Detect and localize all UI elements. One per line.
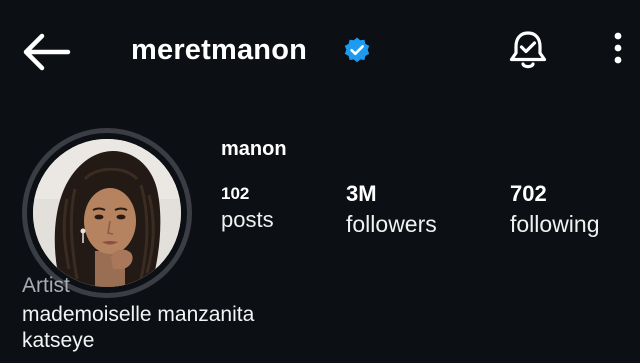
profile-screen: meretmanon manon 102 posts 3M followers … — [0, 0, 640, 363]
avatar-ring — [27, 133, 187, 293]
notifications-bell-button[interactable] — [506, 28, 550, 72]
bio-line: mademoiselle manzanita — [22, 303, 255, 326]
following-count: 702 — [510, 181, 547, 206]
posts-count: 102 — [221, 184, 250, 203]
arrow-left-icon — [23, 33, 71, 71]
followers-stat[interactable]: 3M followers — [346, 180, 437, 240]
more-options-button[interactable] — [606, 30, 630, 70]
followers-label: followers — [346, 211, 437, 237]
posts-stat[interactable]: 102 posts — [221, 180, 274, 235]
followers-count: 3M — [346, 181, 377, 206]
profile-username: meretmanon — [131, 34, 308, 66]
profile-display-name: manon — [221, 138, 287, 160]
bell-notification-icon — [509, 31, 547, 69]
following-stat[interactable]: 702 following — [510, 180, 600, 240]
profile-photo — [33, 139, 181, 287]
bio-line: katseye — [22, 329, 95, 352]
profile-header: meretmanon — [0, 0, 640, 100]
posts-label: posts — [221, 207, 274, 232]
back-button[interactable] — [16, 30, 74, 74]
profile-category: Artist — [22, 274, 70, 297]
following-label: following — [510, 211, 600, 237]
more-vertical-icon — [614, 32, 622, 64]
verified-badge-icon — [343, 36, 371, 64]
